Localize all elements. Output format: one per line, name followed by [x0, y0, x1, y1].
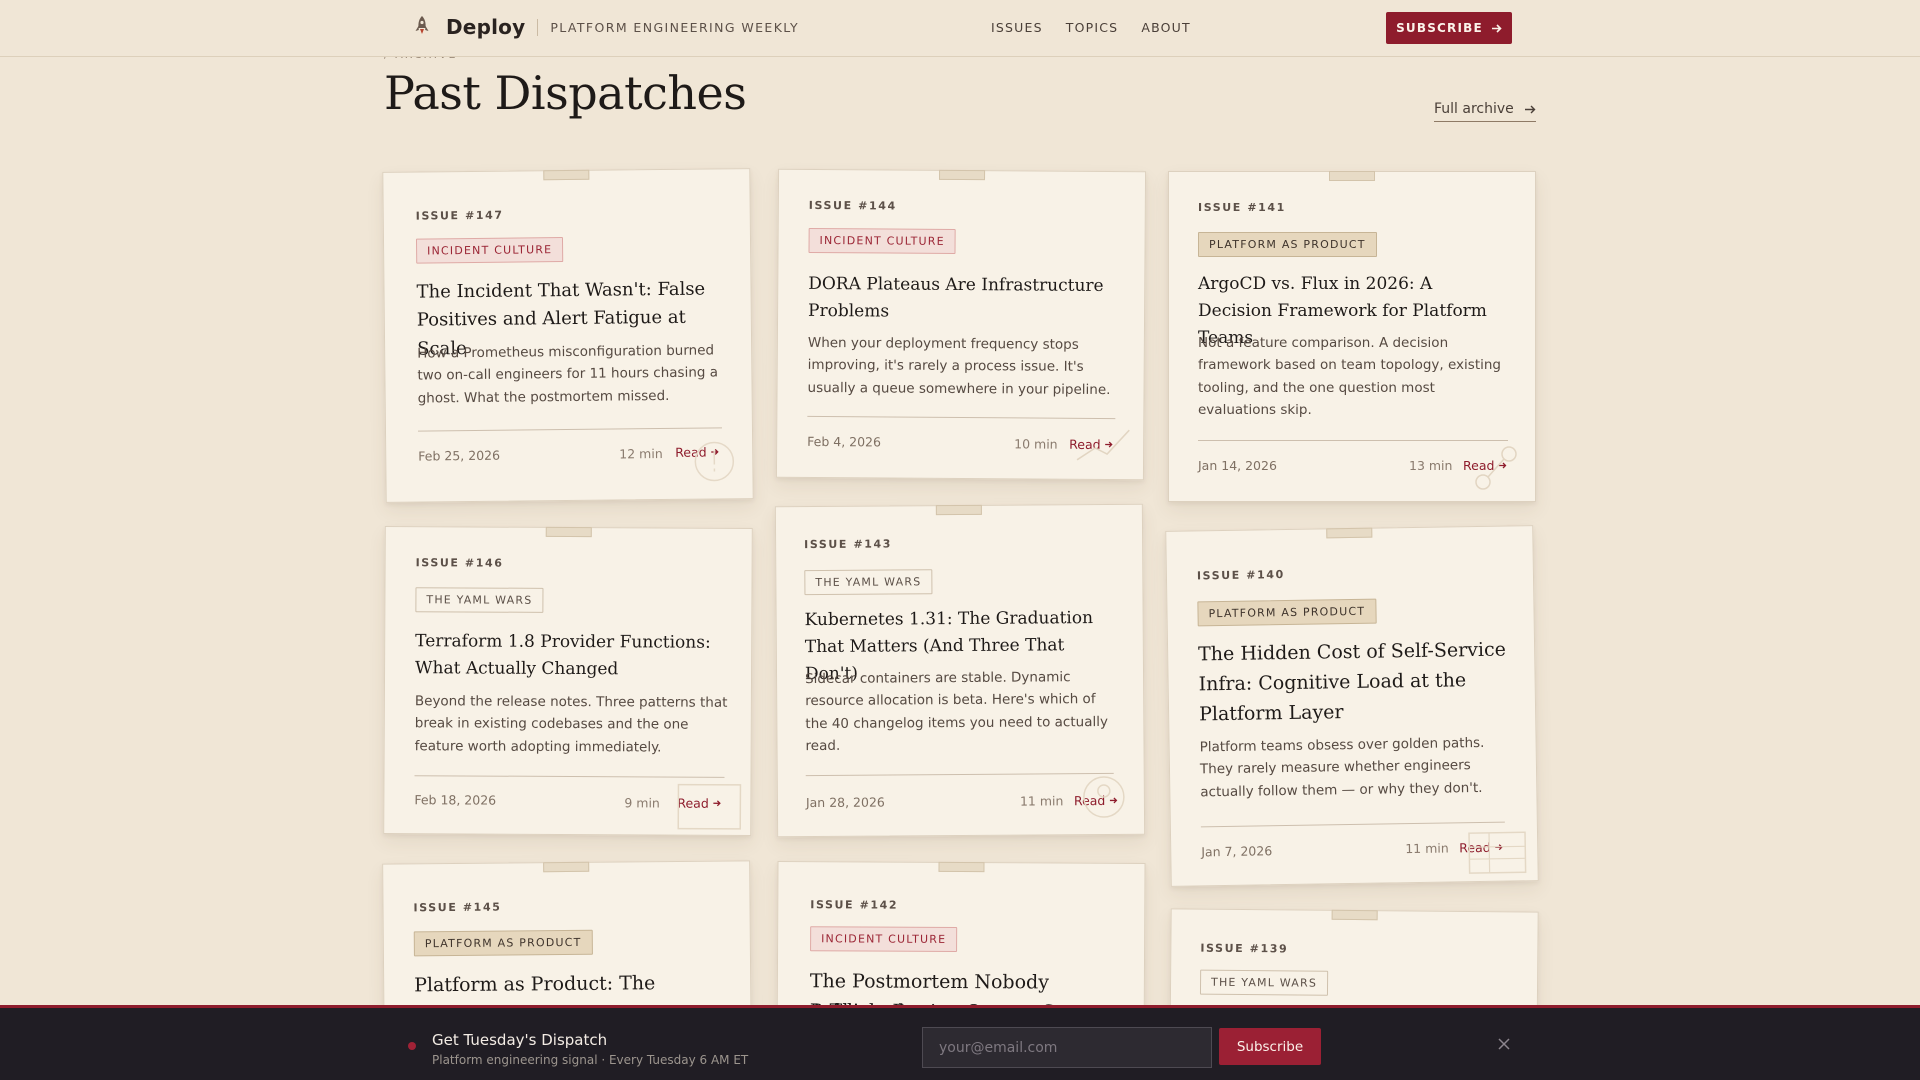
nodes-doodle-icon: [1475, 446, 1517, 490]
topic-tag[interactable]: PLATFORM AS PRODUCT: [1198, 232, 1377, 257]
newsletter-subscribe-button[interactable]: Subscribe: [1219, 1028, 1321, 1065]
nav-topics[interactable]: TOPICS: [1066, 20, 1119, 35]
divider: [417, 427, 722, 432]
brand-divider: [537, 18, 539, 36]
brand-tagline: PLATFORM ENGINEERING WEEKLY: [550, 19, 800, 35]
divider: [1198, 440, 1508, 441]
arrow-right-icon: [1491, 23, 1502, 33]
main-nav: ISSUES TOPICS ABOUT: [991, 20, 1214, 35]
issue-card-144[interactable]: ISSUE #144 INCIDENT CULTURE DORA Plateau…: [775, 168, 1147, 481]
read-time: 9 min: [624, 795, 660, 811]
page-title: Past Dispatches: [384, 66, 747, 120]
full-archive-link[interactable]: Full archive: [1434, 101, 1536, 122]
issue-number: ISSUE #141: [1198, 201, 1286, 214]
newsletter-bar: Get Tuesday's Dispatch Platform engineer…: [0, 1005, 1920, 1080]
issue-number: ISSUE #147: [415, 208, 504, 223]
issue-card-140[interactable]: ISSUE #140 PLATFORM AS PRODUCT The Hidde…: [1165, 525, 1539, 887]
top-navigation: Deploy PLATFORM ENGINEERING WEEKLY ISSUE…: [0, 0, 1920, 57]
topic-tag[interactable]: INCIDENT CULTURE: [808, 227, 956, 254]
tape-strip: [1329, 171, 1375, 181]
tape-strip: [938, 861, 985, 873]
issue-number: ISSUE #145: [413, 900, 502, 915]
read-time: 13 min: [1409, 458, 1453, 473]
tape-strip: [939, 169, 986, 181]
subscribe-label: SUBSCRIBE: [1396, 21, 1483, 35]
tape-strip: [1326, 527, 1373, 539]
live-dot-icon: [408, 1042, 416, 1050]
nav-about[interactable]: ABOUT: [1141, 20, 1191, 35]
issue-number: ISSUE #143: [804, 537, 893, 552]
person-doodle-icon: [1083, 776, 1125, 818]
issue-date: Feb 25, 2026: [418, 447, 501, 464]
issue-summary: Sidecar containers are stable. Dynamic r…: [805, 669, 1108, 755]
issue-number: ISSUE #142: [810, 898, 899, 912]
brand[interactable]: Deploy PLATFORM ENGINEERING WEEKLY: [412, 14, 799, 40]
email-input[interactable]: [922, 1027, 1212, 1068]
divider: [414, 775, 725, 778]
issue-card-143[interactable]: ISSUE #143 THE YAML WARS Kubernetes 1.31…: [774, 503, 1146, 838]
issue-date: Jan 7, 2026: [1201, 843, 1273, 860]
full-archive-label: Full archive: [1434, 101, 1514, 117]
issue-summary: Not a feature comparison. A decision fra…: [1198, 335, 1501, 419]
close-icon[interactable]: [1496, 1036, 1512, 1052]
tape-strip: [543, 169, 590, 181]
issue-number: ISSUE #140: [1196, 568, 1285, 583]
subscribe-button[interactable]: SUBSCRIBE: [1386, 12, 1512, 44]
newsletter-title: Get Tuesday's Dispatch: [432, 1031, 608, 1049]
rocket-icon: [415, 16, 429, 34]
read-time: 11 min: [1019, 793, 1064, 809]
topic-tag[interactable]: THE YAML WARS: [415, 587, 544, 613]
topic-tag[interactable]: INCIDENT CULTURE: [810, 926, 958, 952]
layers-doodle-icon: [1468, 831, 1527, 874]
divider: [807, 415, 1116, 420]
tape-strip: [1331, 909, 1378, 921]
issue-summary: How a Prometheus misconfiguration burned…: [417, 342, 719, 407]
arrow-right-icon: [1524, 105, 1536, 113]
issue-date: Feb 4, 2026: [807, 433, 882, 450]
topic-tag[interactable]: PLATFORM AS PRODUCT: [1197, 598, 1377, 627]
tape-strip: [543, 861, 590, 873]
alert-doodle-icon: [694, 441, 735, 482]
read-time: 12 min: [619, 446, 663, 462]
box-doodle-icon: [677, 783, 742, 830]
issue-number: ISSUE #139: [1200, 941, 1289, 956]
issue-date: Feb 18, 2026: [414, 792, 497, 808]
issue-date: Jan 14, 2026: [1198, 458, 1277, 473]
issue-card-146[interactable]: ISSUE #146 THE YAML WARS Terraform 1.8 P…: [383, 526, 753, 836]
issue-summary: When your deployment frequency stops imp…: [807, 334, 1111, 398]
tape-strip: [545, 526, 592, 538]
topic-tag[interactable]: THE YAML WARS: [804, 569, 933, 596]
topic-tag[interactable]: PLATFORM AS PRODUCT: [413, 929, 593, 957]
issue-card-141[interactable]: ISSUE #141 PLATFORM AS PRODUCT ArgoCD vs…: [1168, 171, 1536, 502]
newsletter-subtitle: Platform engineering signal · Every Tues…: [432, 1053, 749, 1067]
issue-number: ISSUE #144: [808, 198, 897, 213]
divider: [805, 772, 1114, 777]
nav-issues[interactable]: ISSUES: [991, 20, 1043, 35]
chart-doodle-icon: [1076, 429, 1130, 461]
read-time: 10 min: [1014, 436, 1058, 452]
tape-strip: [935, 504, 982, 516]
topic-tag[interactable]: INCIDENT CULTURE: [415, 237, 564, 264]
issue-title[interactable]: Terraform 1.8 Provider Functions: What A…: [415, 628, 725, 683]
issue-number: ISSUE #146: [415, 556, 504, 570]
issue-date: Jan 28, 2026: [805, 794, 885, 811]
brand-name: Deploy: [446, 15, 526, 39]
divider: [1200, 821, 1505, 828]
issue-summary: Beyond the release notes. Three patterns…: [414, 693, 728, 756]
issue-title[interactable]: DORA Plateaus Are Infrastructure Problem…: [808, 271, 1118, 327]
topic-tag[interactable]: THE YAML WARS: [1199, 969, 1329, 996]
issue-card-147[interactable]: ISSUE #147 INCIDENT CULTURE The Incident…: [382, 168, 754, 503]
issue-title[interactable]: The Hidden Cost of Self-Service Infra: C…: [1198, 635, 1509, 730]
read-time: 11 min: [1405, 840, 1449, 857]
issue-summary: Platform teams obsess over golden paths.…: [1199, 734, 1485, 801]
